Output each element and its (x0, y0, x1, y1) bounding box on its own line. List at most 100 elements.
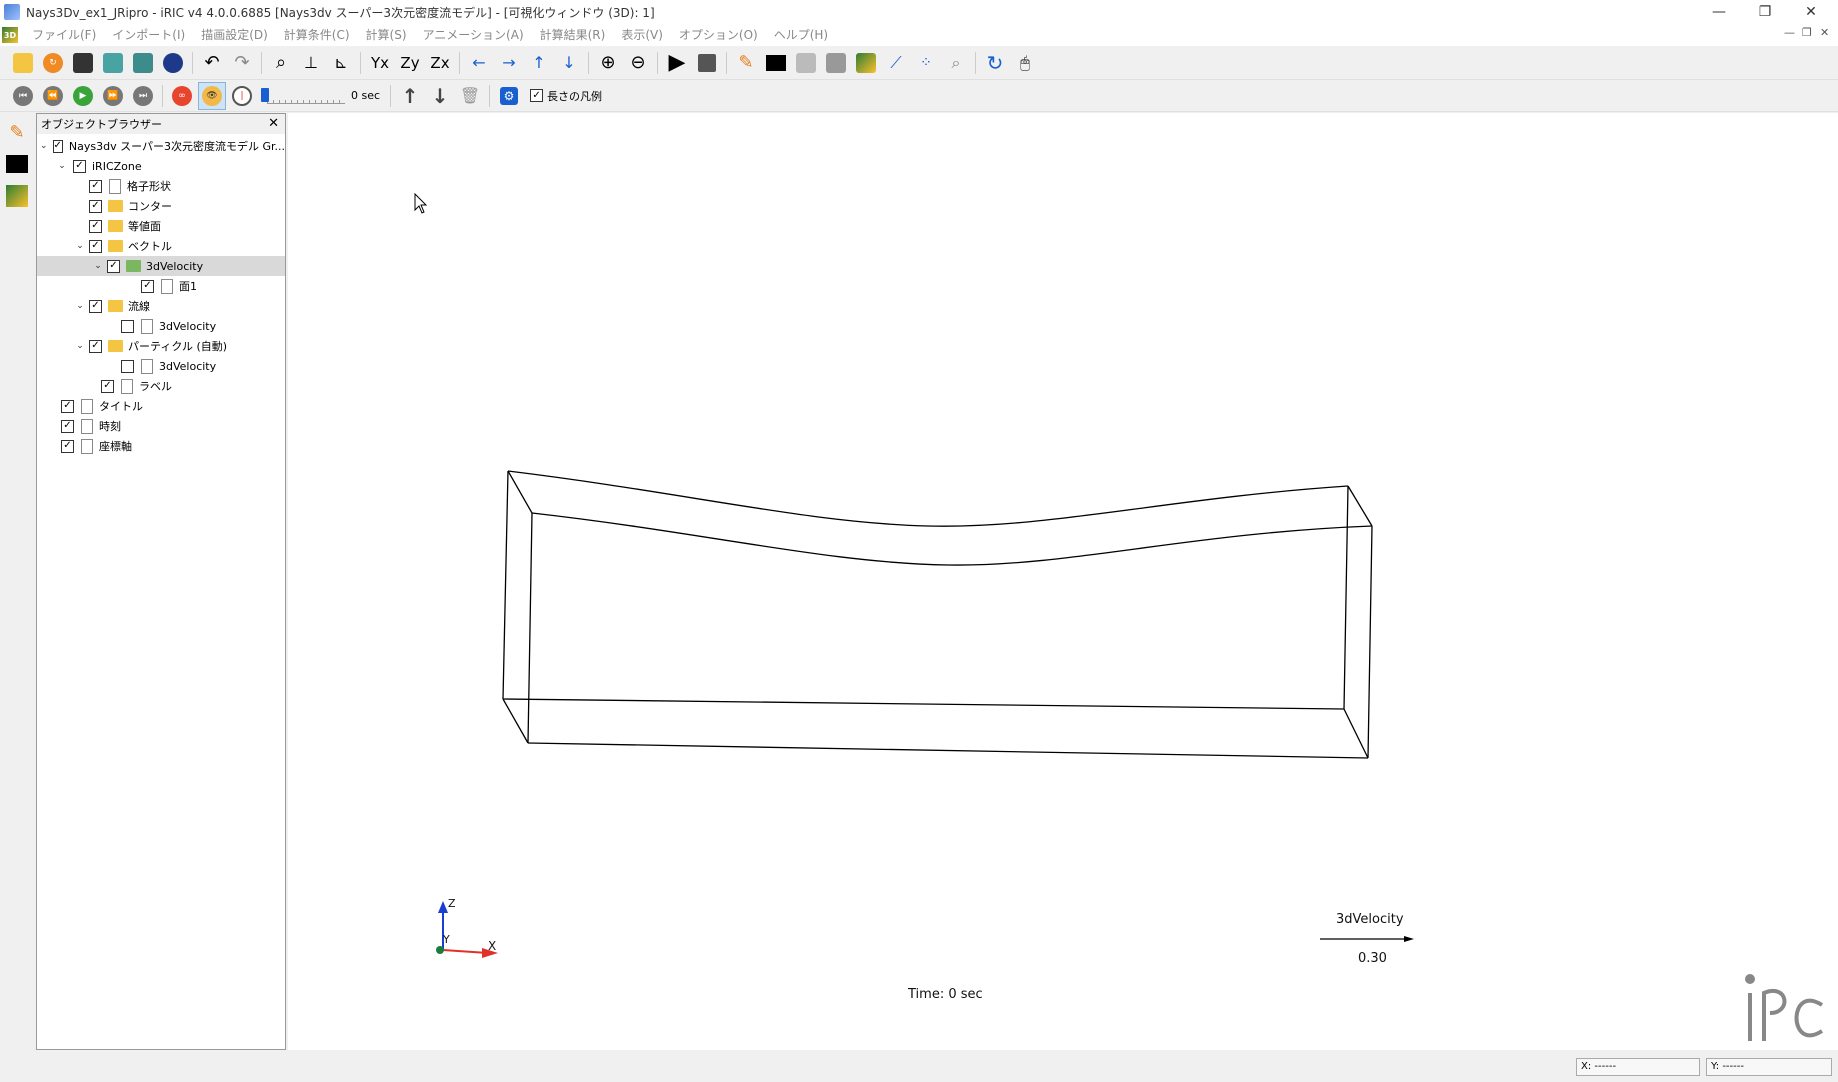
checkbox-label[interactable]: ✓ (101, 379, 114, 393)
stop-button[interactable] (693, 49, 721, 77)
edit-button[interactable]: ✎ (732, 49, 760, 77)
tree-item-face1[interactable]: ✓ 面1 (37, 276, 285, 296)
zoom-in-button[interactable]: ⊕ (594, 49, 622, 77)
tree-item-label[interactable]: ✓ ラベル (37, 376, 285, 396)
play-animation-button[interactable]: ▶ (69, 82, 97, 110)
tree-item-vector-velocity[interactable]: ⌄ ✓ 3dVelocity (37, 256, 285, 276)
run-button[interactable]: ▶ (663, 49, 691, 77)
tree-item-particle-velocity[interactable]: 3dVelocity (37, 356, 285, 376)
reload-button[interactable]: ↻ (39, 49, 67, 77)
checkbox-contour[interactable]: ✓ (89, 199, 102, 213)
scatter-button[interactable]: ⁘ (912, 49, 940, 77)
checkbox-particle[interactable]: ✓ (89, 339, 102, 353)
checkbox-time[interactable]: ✓ (61, 419, 74, 433)
tree-item-particle[interactable]: ⌄ ✓ パーティクル (自動) (37, 336, 285, 356)
3d-view-toggle[interactable] (4, 183, 30, 209)
checkbox-grid-shape[interactable]: ✓ (89, 179, 102, 193)
snapshot-button[interactable] (99, 49, 127, 77)
tree-item-zone[interactable]: ⌄ ✓ iRICZone (37, 156, 285, 176)
checkbox-zone[interactable]: ✓ (73, 159, 86, 173)
menu-draw-settings[interactable]: 描画設定(D) (193, 24, 276, 46)
zoom-out-button[interactable]: ⊖ (624, 49, 652, 77)
tree-item-isosurface[interactable]: ✓ 等値面 (37, 216, 285, 236)
save-button[interactable] (69, 49, 97, 77)
redo-button[interactable]: ↷ (228, 49, 256, 77)
chevron-down-icon[interactable]: ⌄ (91, 259, 105, 273)
open-button[interactable] (9, 49, 37, 77)
tree-item-contour[interactable]: ✓ コンター (37, 196, 285, 216)
checkbox-vector-velocity[interactable]: ✓ (107, 259, 120, 273)
checkbox-root[interactable]: ✓ (52, 139, 63, 153)
restore-button[interactable]: ❐ (1742, 0, 1788, 24)
checkbox-particle-velocity[interactable] (121, 359, 134, 373)
loop-button[interactable]: ∞ (168, 82, 196, 110)
object-browser-toggle[interactable]: ✎ (4, 119, 30, 145)
tree-item-grid-shape[interactable]: ✓ 格子形状 (37, 176, 285, 196)
checkbox-axes[interactable]: ✓ (61, 439, 74, 453)
tree-item-vector[interactable]: ⌄ ✓ ベクトル (37, 236, 285, 256)
checkbox-streamline[interactable]: ✓ (89, 299, 102, 313)
checkbox-isosurface[interactable]: ✓ (89, 219, 102, 233)
chevron-down-icon[interactable]: ⌄ (73, 239, 87, 253)
properties-button[interactable]: ⚙ (495, 82, 523, 110)
menu-calc-conditions[interactable]: 計算条件(C) (276, 24, 358, 46)
move-up-button[interactable]: ↑ (525, 49, 553, 77)
delete-item-button[interactable]: 🗑 (456, 82, 484, 110)
window-2d-bird-button[interactable] (822, 49, 850, 77)
menu-animation[interactable]: アニメーション(A) (415, 24, 532, 46)
close-button[interactable]: ✕ (1788, 0, 1834, 24)
mdi-restore-button[interactable]: ❐ (1802, 26, 1812, 39)
move-left-button[interactable]: ← (465, 49, 493, 77)
fit-view-button[interactable]: ⌕ (267, 49, 295, 77)
menu-results[interactable]: 計算結果(R) (532, 24, 614, 46)
rotate-90-button[interactable]: ⊾ (327, 49, 355, 77)
console-toggle[interactable] (4, 151, 30, 177)
move-right-button[interactable]: → (495, 49, 523, 77)
chevron-down-icon[interactable]: ⌄ (55, 159, 69, 173)
checkbox-streamline-velocity[interactable] (121, 319, 134, 333)
time-settings-button[interactable]: | (228, 82, 256, 110)
graph-zoom-button[interactable]: ⌕ (942, 49, 970, 77)
undo-button[interactable]: ↶ (198, 49, 226, 77)
continuous-snapshot-button[interactable] (129, 49, 157, 77)
chevron-down-icon[interactable]: ⌄ (73, 299, 87, 313)
time-slider-thumb[interactable] (261, 87, 269, 102)
menu-options[interactable]: オプション(O) (671, 24, 766, 46)
view-yx-button[interactable]: Yx (366, 49, 394, 77)
window-2d-button[interactable] (792, 49, 820, 77)
move-up-item-button[interactable]: ↑ (396, 82, 424, 110)
tree-item-axes[interactable]: ✓ 座標軸 (37, 436, 285, 456)
window-3d-button[interactable] (852, 49, 880, 77)
refresh-button[interactable]: ↻ (981, 49, 1009, 77)
last-step-button[interactable]: ⏭ (129, 82, 157, 110)
menu-file[interactable]: ファイル(F) (24, 24, 104, 46)
mdi-minimize-button[interactable]: — (1784, 26, 1795, 39)
chevron-down-icon[interactable]: ⌄ (73, 339, 87, 353)
move-down-button[interactable]: ↓ (555, 49, 583, 77)
move-down-item-button[interactable]: ↓ (426, 82, 454, 110)
checkbox-title[interactable]: ✓ (61, 399, 74, 413)
length-legend-checkbox[interactable]: ✓ (530, 89, 544, 102)
google-earth-button[interactable] (159, 49, 187, 77)
tree-item-streamline[interactable]: ⌄ ✓ 流線 (37, 296, 285, 316)
object-browser-close-button[interactable]: ✕ (268, 116, 279, 131)
tree-item-title[interactable]: ✓ タイトル (37, 396, 285, 416)
step-forward-button[interactable]: ⏩ (99, 82, 127, 110)
view-zy-button[interactable]: Zy (396, 49, 424, 77)
menu-import[interactable]: インポート(I) (104, 24, 193, 46)
checkbox-vector[interactable]: ✓ (89, 239, 102, 253)
time-slider[interactable] (261, 86, 345, 106)
view-zx-button[interactable]: Zx (426, 49, 454, 77)
checkbox-face1[interactable]: ✓ (141, 279, 154, 293)
console-button[interactable] (762, 49, 790, 77)
menu-view[interactable]: 表示(V) (613, 24, 671, 46)
chevron-down-icon[interactable]: ⌄ (39, 139, 49, 153)
tree-item-time[interactable]: ✓ 時刻 (37, 416, 285, 436)
minimize-button[interactable]: — (1696, 0, 1742, 24)
follow-latest-button[interactable]: 👁 (198, 81, 226, 110)
first-step-button[interactable]: ⏮ (9, 82, 37, 110)
menu-help[interactable]: ヘルプ(H) (766, 24, 836, 46)
graph-button[interactable]: ⟋ (882, 49, 910, 77)
step-back-button[interactable]: ⏪ (39, 82, 67, 110)
3d-viewport[interactable]: Z Y X 3dVelocity 0.30 Time: 0 sec (288, 113, 1838, 1050)
